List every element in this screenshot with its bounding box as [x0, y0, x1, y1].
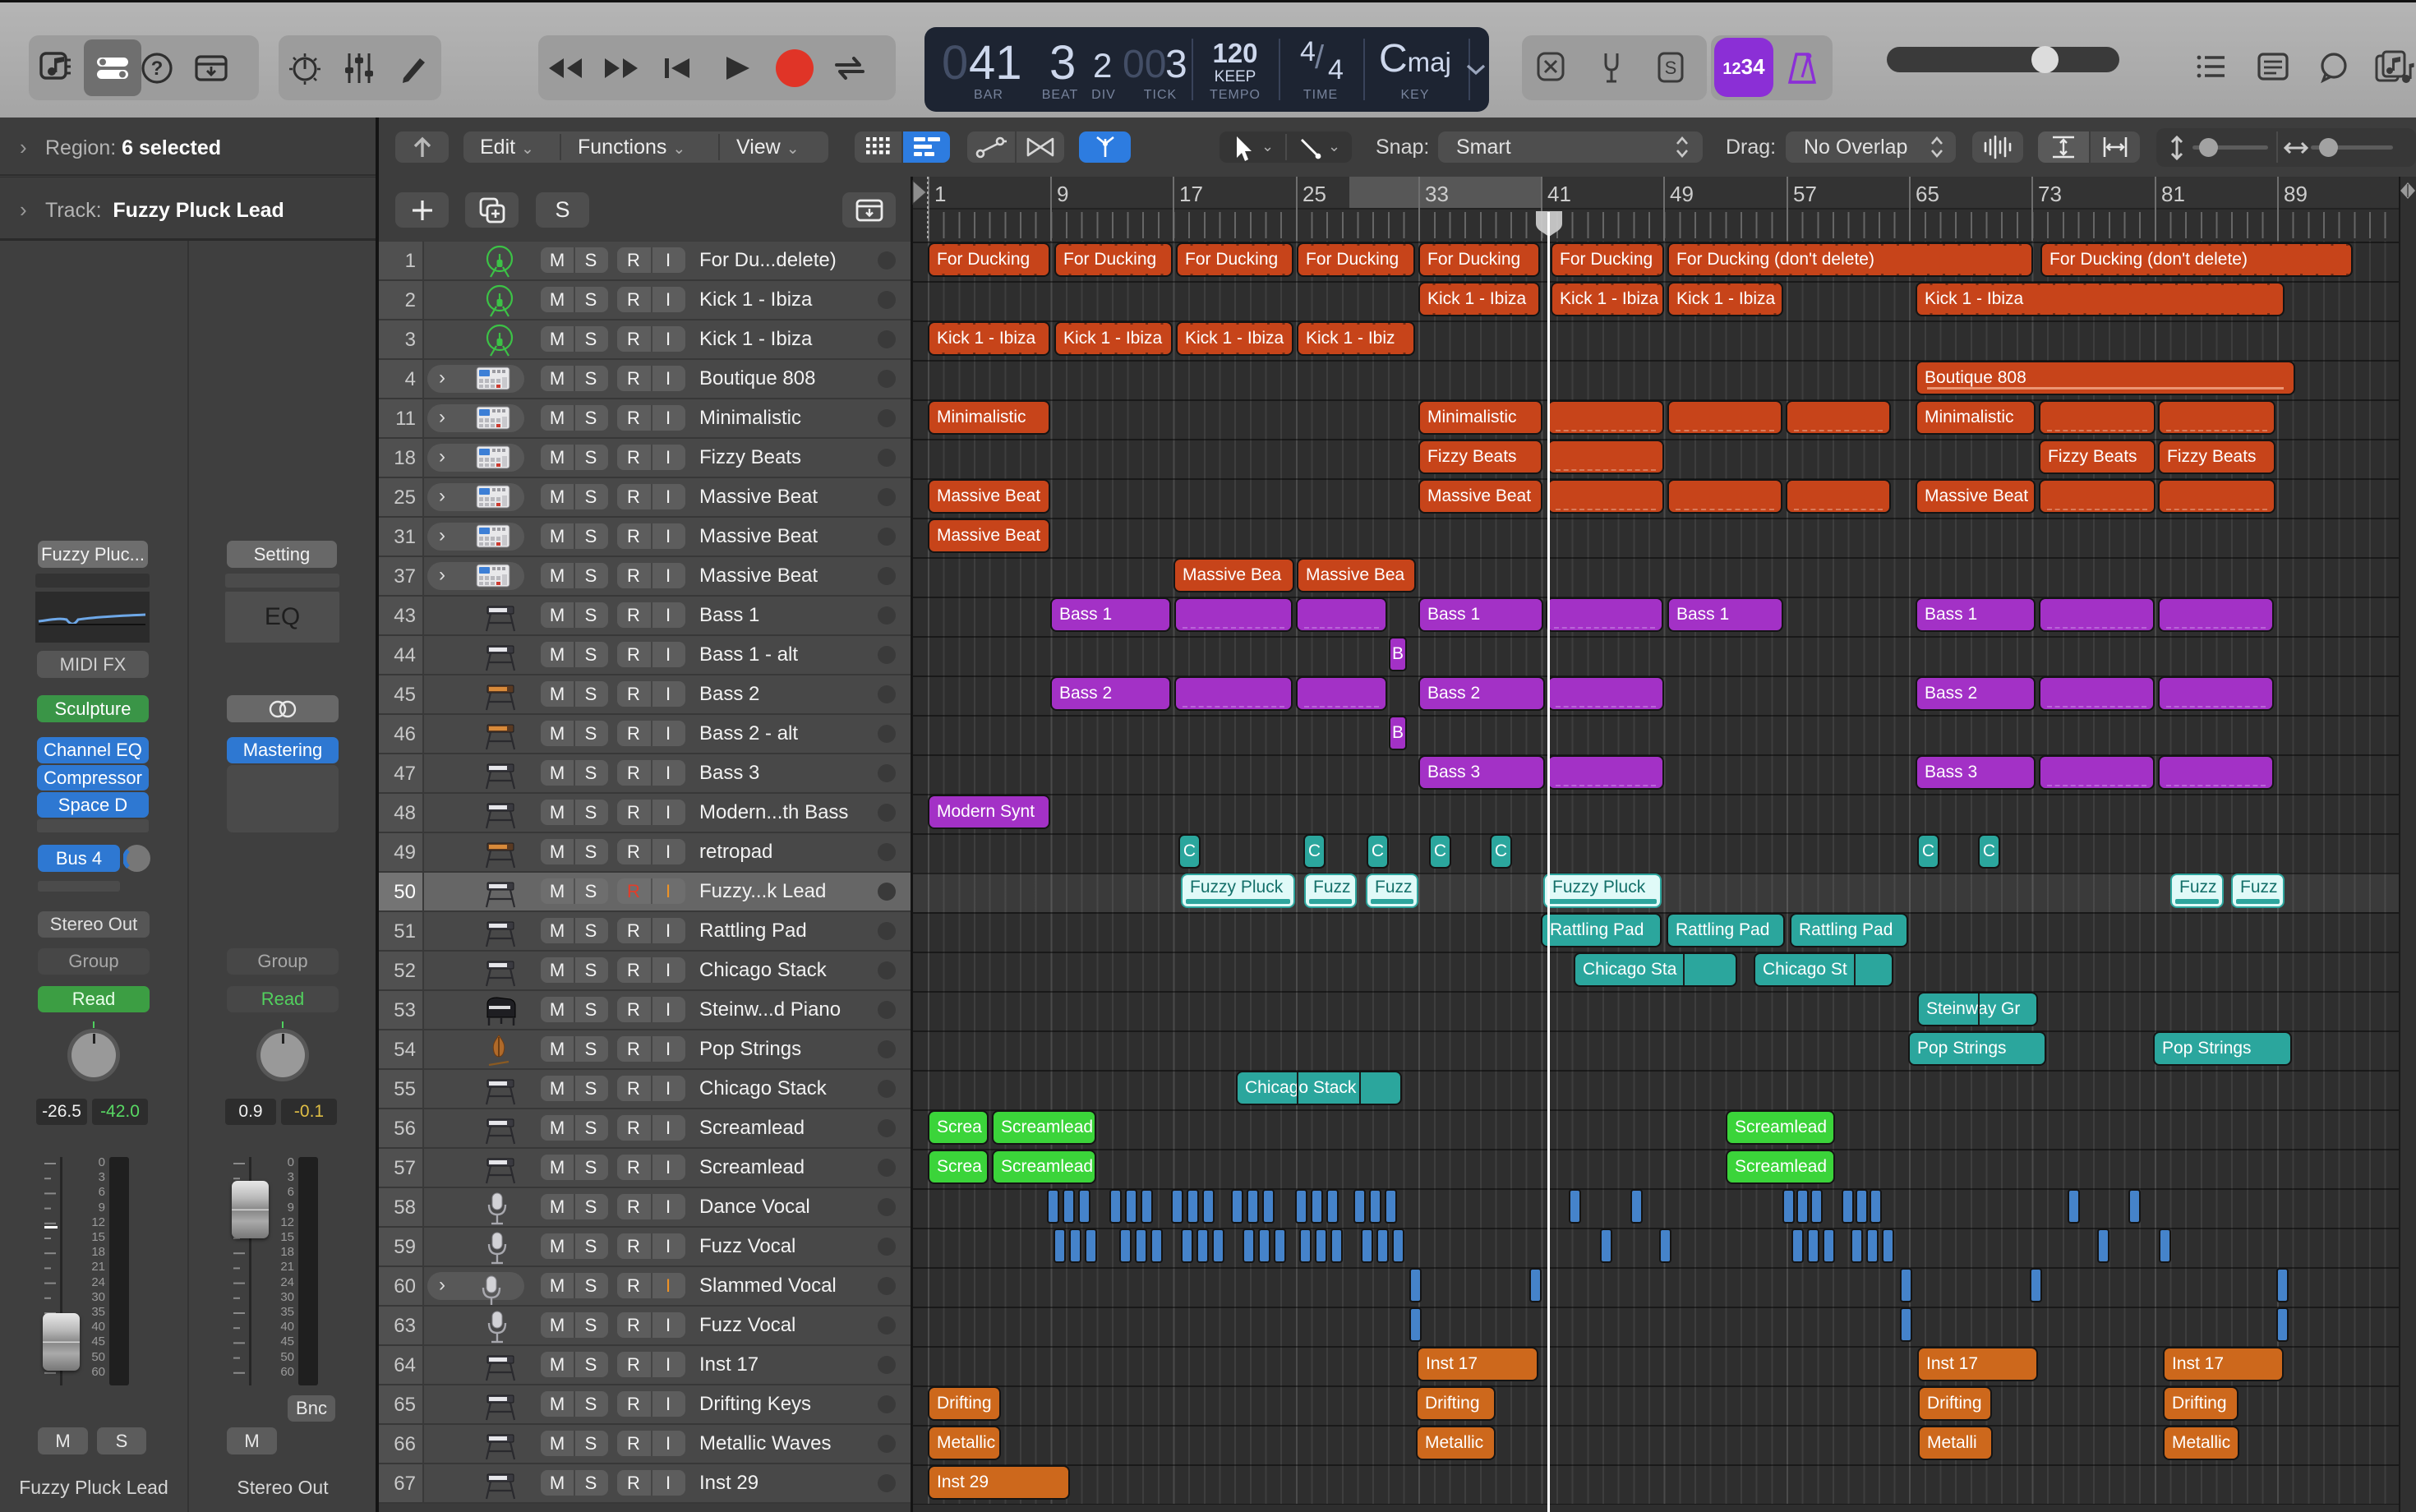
svg-text:S: S — [1665, 58, 1677, 78]
svg-text:?: ? — [151, 58, 164, 80]
